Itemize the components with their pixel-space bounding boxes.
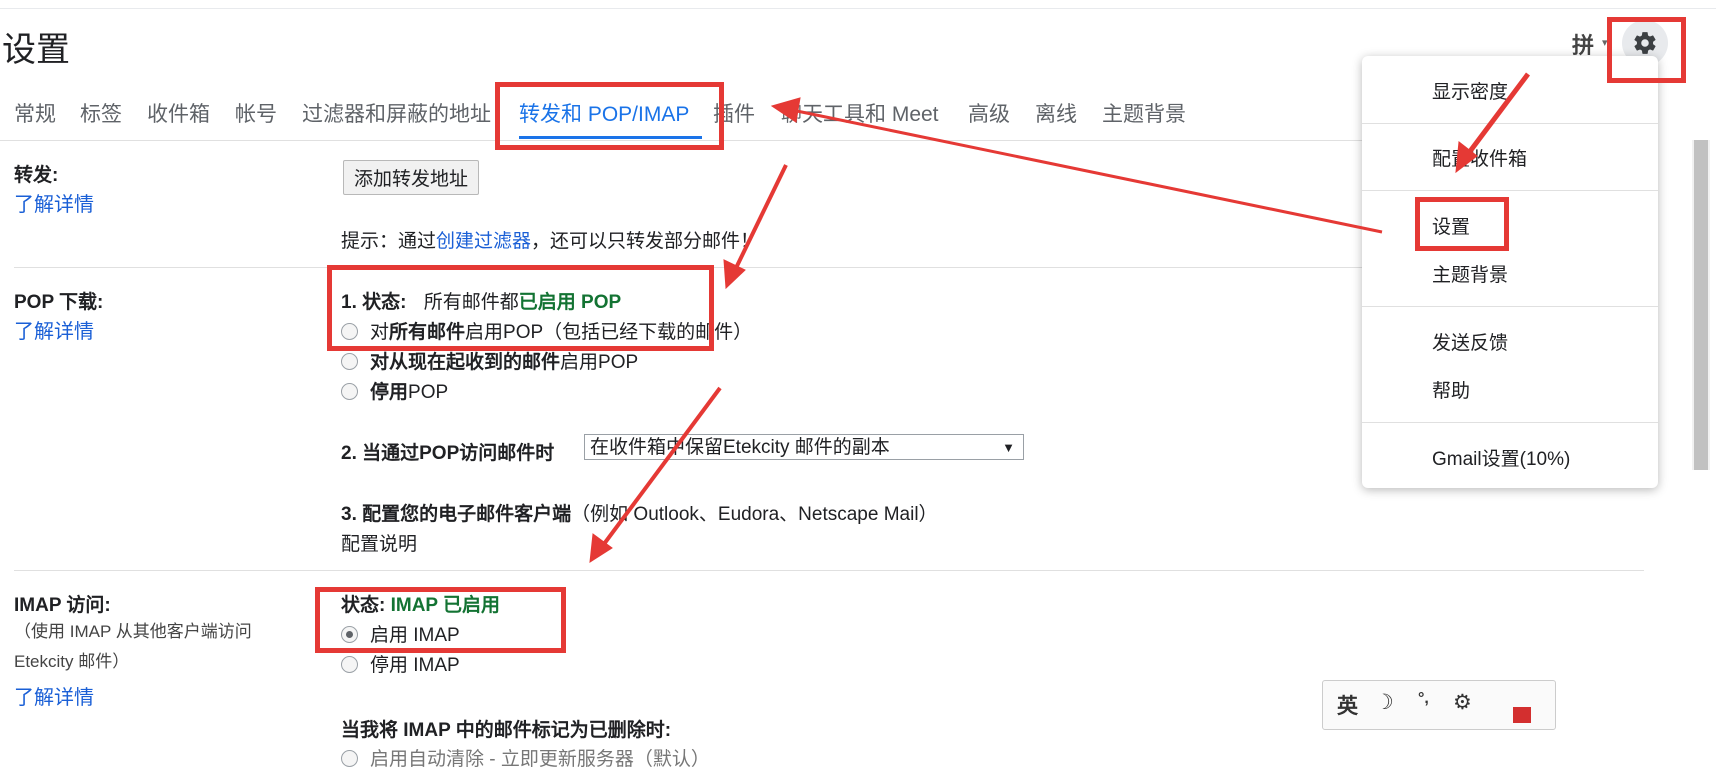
- punctuation-icon[interactable]: °,: [1418, 690, 1429, 708]
- forwarding-tip: 提示：通过创建过滤器，还可以只转发部分邮件！: [341, 226, 759, 253]
- forwarding-learn-more-link[interactable]: 了解详情: [14, 188, 94, 217]
- tab-general[interactable]: 常规: [14, 98, 56, 128]
- annotation-box-pop: [327, 265, 714, 351]
- ime-toolbar[interactable]: 英 ☽ °, ⚙: [1322, 680, 1556, 730]
- tab-themes[interactable]: 主题背景: [1102, 98, 1186, 128]
- top-divider: [0, 8, 1716, 9]
- menu-divider: [1362, 422, 1658, 423]
- menu-item-configure-inbox[interactable]: 配置收件箱: [1432, 144, 1527, 171]
- tab-labels[interactable]: 标签: [80, 98, 122, 128]
- option-bold: 对从现在起收到的邮件: [370, 352, 561, 373]
- forwarding-tip-suffix: ，还可以只转发部分邮件！: [531, 231, 760, 252]
- annotation-box-settings: [1415, 197, 1509, 251]
- seal-icon: [1513, 707, 1531, 723]
- imap-description: （使用 IMAP 从其他客户端访问 Etekcity 邮件）: [14, 622, 252, 671]
- radio-button[interactable]: [341, 656, 358, 673]
- page-title: 设置: [2, 31, 70, 69]
- option-suffix: POP: [408, 382, 449, 403]
- annotation-box-imap: [315, 587, 566, 653]
- configure-label: 3. 配置您的电子邮件客户端: [341, 504, 572, 525]
- option-bold: 停用: [370, 382, 409, 403]
- option-label: 启用自动清除 - 立即更新服务器（默认）: [370, 749, 710, 770]
- menu-divider: [1362, 123, 1658, 124]
- select-value: 在收件箱中保留Etekcity 邮件的副本: [590, 437, 890, 458]
- imap-option-disable[interactable]: 停用 IMAP: [341, 650, 460, 677]
- tab-chat-meet[interactable]: 聊天工具和 Meet: [781, 98, 939, 128]
- pop-learn-more-link[interactable]: 了解详情: [14, 315, 94, 344]
- configure-hint: （例如 Outlook、Eudora、Netscape Mail）: [571, 504, 938, 525]
- gear-icon[interactable]: ⚙: [1453, 690, 1472, 715]
- imap-delete-option[interactable]: 启用自动清除 - 立即更新服务器（默认）: [341, 744, 710, 771]
- scrollbar-thumb[interactable]: [1694, 140, 1708, 470]
- menu-item-display-density[interactable]: 显示密度: [1432, 77, 1508, 104]
- pop-configure: 3. 配置您的电子邮件客户端（例如 Outlook、Eudora、Netscap…: [341, 499, 938, 526]
- menu-item-gmail-settings[interactable]: Gmail设置(10%): [1432, 444, 1570, 471]
- add-forwarding-address-button[interactable]: 添加转发地址: [343, 160, 480, 195]
- ime-language-toggle[interactable]: 英: [1337, 690, 1358, 720]
- forwarding-label: 转发:: [14, 165, 59, 186]
- pop-label: POP 下载:: [14, 292, 104, 313]
- menu-item-help[interactable]: 帮助: [1432, 376, 1470, 403]
- menu-item-themes[interactable]: 主题背景: [1432, 260, 1508, 287]
- radio-button[interactable]: [341, 353, 358, 370]
- pop-option-disable[interactable]: 停用POP: [341, 377, 448, 404]
- dropdown-arrow-icon: ▼: [1002, 440, 1015, 455]
- section-divider: [14, 570, 1644, 571]
- tab-offline[interactable]: 离线: [1035, 98, 1077, 128]
- create-filter-link[interactable]: 创建过滤器: [436, 231, 531, 252]
- tab-advanced[interactable]: 高级: [968, 98, 1010, 128]
- annotation-box-gear: [1607, 17, 1686, 83]
- menu-divider: [1362, 306, 1658, 307]
- tab-inbox[interactable]: 收件箱: [147, 98, 210, 128]
- tab-filters[interactable]: 过滤器和屏蔽的地址: [302, 98, 491, 128]
- arrow-head: [589, 533, 613, 563]
- tab-accounts[interactable]: 帐号: [235, 98, 277, 128]
- imap-learn-more-link[interactable]: 了解详情: [14, 681, 94, 710]
- option-suffix: 启用POP: [560, 352, 639, 373]
- menu-item-send-feedback[interactable]: 发送反馈: [1432, 328, 1508, 355]
- menu-divider: [1362, 190, 1658, 191]
- pop-option-from-now[interactable]: 对从现在起收到的邮件启用POP: [341, 347, 638, 374]
- pop-access-label: 2. 当通过POP访问邮件时: [341, 443, 555, 464]
- annotation-box-tab: [495, 82, 724, 150]
- configure-instructions-link[interactable]: 配置说明: [341, 529, 417, 556]
- option-label: 停用 IMAP: [370, 655, 460, 676]
- moon-icon[interactable]: ☽: [1375, 690, 1394, 715]
- settings-menu: 显示密度 配置收件箱 设置 主题背景 发送反馈 帮助 Gmail设置(10%): [1362, 56, 1658, 488]
- radio-button[interactable]: [341, 383, 358, 400]
- imap-delete-label: 当我将 IMAP 中的邮件标记为已删除时:: [341, 720, 672, 741]
- forwarding-tip-prefix: 提示：通过: [341, 231, 437, 252]
- pop-access-select[interactable]: 在收件箱中保留Etekcity 邮件的副本 ▼: [584, 434, 1024, 460]
- arrow-head: [723, 259, 746, 290]
- imap-label: IMAP 访问:: [14, 595, 111, 616]
